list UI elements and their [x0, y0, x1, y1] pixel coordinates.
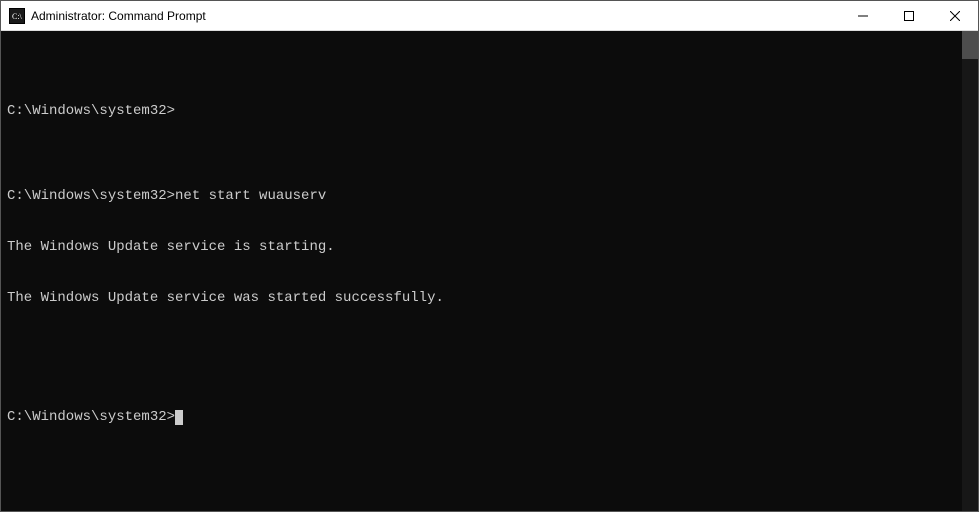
vertical-scrollbar[interactable]: [962, 31, 978, 511]
terminal-line: C:\Windows\system32>net start wuauserv: [7, 188, 972, 205]
cursor: [175, 410, 183, 425]
terminal-area[interactable]: C:\Windows\system32> C:\Windows\system32…: [1, 31, 978, 511]
terminal-prompt: C:\Windows\system32>: [7, 409, 175, 425]
window-title: Administrator: Command Prompt: [31, 9, 840, 23]
maximize-button[interactable]: [886, 1, 932, 30]
close-button[interactable]: [932, 1, 978, 30]
terminal-prompt-line: C:\Windows\system32>: [7, 409, 972, 426]
svg-text:C:\: C:\: [12, 12, 23, 21]
cmd-icon: C:\: [9, 8, 25, 24]
terminal-line: The Windows Update service is starting.: [7, 239, 972, 256]
terminal-line: C:\Windows\system32>: [7, 103, 972, 120]
window-controls: [840, 1, 978, 30]
terminal-line: The Windows Update service was started s…: [7, 290, 972, 307]
titlebar[interactable]: C:\ Administrator: Command Prompt: [1, 1, 978, 31]
command-prompt-window: C:\ Administrator: Command Prompt C:\Win…: [0, 0, 979, 512]
minimize-button[interactable]: [840, 1, 886, 30]
scrollbar-thumb[interactable]: [962, 31, 978, 59]
